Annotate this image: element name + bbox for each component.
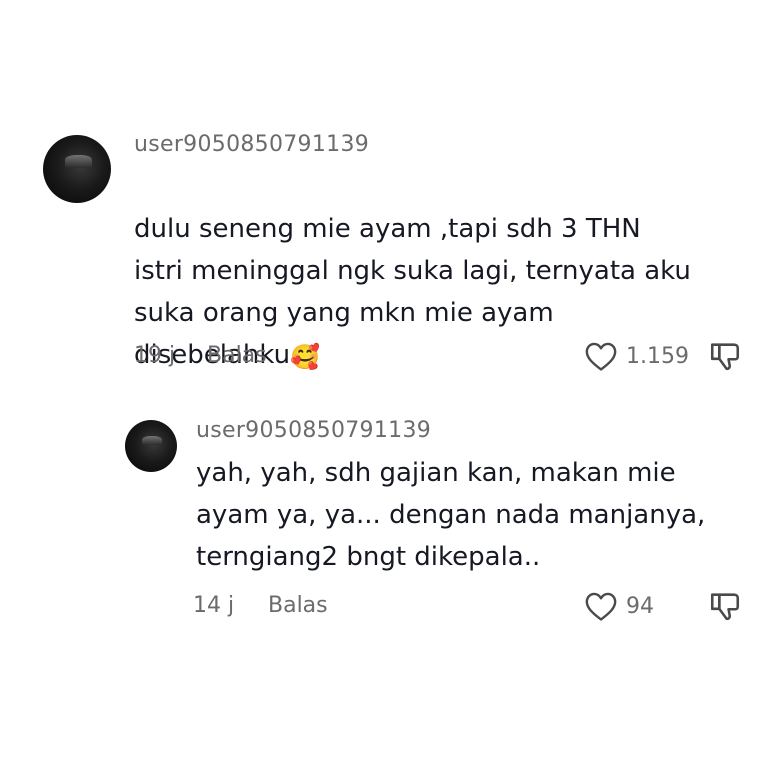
heart-outline-icon [585, 342, 617, 371]
comment-username[interactable]: user9050850791139 [134, 132, 369, 157]
comment-timestamp: 19 j [134, 343, 176, 368]
reply-button[interactable]: Balas [207, 343, 267, 368]
like-count: 94 [626, 593, 654, 619]
heart-outline-icon [585, 592, 617, 621]
reply-comment: user9050850791139 yah, yah, sdh gajian k… [0, 400, 775, 640]
comment-text: yah, yah, sdh gajian kan, makan mie ayam… [196, 458, 706, 572]
smiling-face-with-hearts-emoji: 🥰 [290, 343, 321, 371]
like-button[interactable]: 94 [584, 590, 654, 622]
thumbs-down-outline-icon[interactable] [708, 339, 742, 373]
reply-button[interactable]: Balas [268, 593, 328, 618]
comment-timestamp: 14 j [193, 593, 235, 618]
avatar-image [64, 155, 92, 168]
like-button[interactable]: 1.159 [584, 340, 689, 372]
like-count: 1.159 [626, 343, 689, 369]
avatar[interactable] [125, 420, 177, 472]
avatar[interactable] [43, 135, 111, 203]
comment-username[interactable]: user9050850791139 [196, 418, 431, 443]
comment-1: user9050850791139 dulu seneng mie ayam ,… [0, 0, 775, 380]
avatar-image [141, 435, 163, 445]
thumbs-down-outline-icon[interactable] [708, 589, 742, 623]
